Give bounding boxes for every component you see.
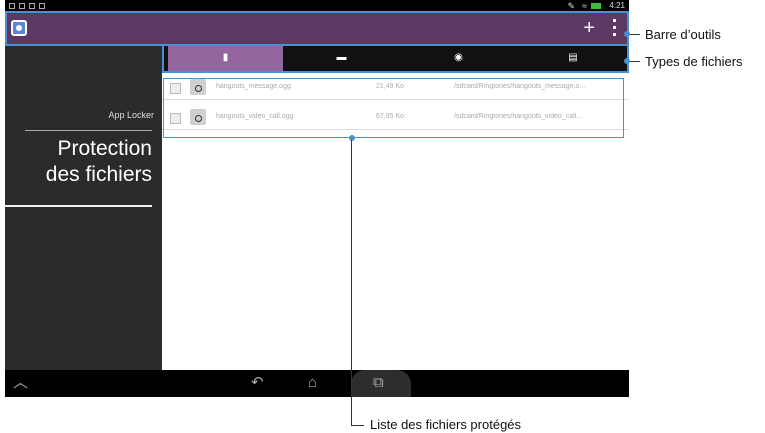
navigation-bar: ︿ ↶ ⌂ <box>5 370 629 397</box>
recent-apps-icon: ⧉ <box>373 374 384 391</box>
notification-icon <box>9 3 15 9</box>
callout-toolbar: Barre d’outils <box>645 27 721 42</box>
expand-icon[interactable]: ︿ <box>13 374 28 392</box>
page-title-line: des fichiers <box>45 163 152 186</box>
callout-line <box>351 425 364 426</box>
back-icon[interactable]: ↶ <box>251 374 264 392</box>
divider <box>5 205 152 207</box>
callout-dot <box>349 135 355 141</box>
callout-line <box>351 140 352 426</box>
file-types-highlight <box>162 44 629 73</box>
file-list-highlight <box>163 78 624 138</box>
callout-line <box>629 34 640 35</box>
sidebar: App Locker Protection des fichiers <box>5 44 162 370</box>
callout-file-types: Types de fichiers <box>645 54 743 69</box>
home-icon[interactable]: ⌂ <box>308 374 317 392</box>
toolbar-highlight <box>5 11 629 46</box>
notification-icon <box>29 3 35 9</box>
battery-icon <box>591 3 601 9</box>
callout-protected-list: Liste des fichiers protégés <box>370 417 522 432</box>
callout-line <box>629 61 640 62</box>
callout-dot <box>624 58 630 64</box>
page-title-line: Protection <box>57 137 152 160</box>
callout-dot <box>624 31 630 37</box>
page-title: Protection des fichiers <box>5 136 152 188</box>
divider <box>25 130 152 131</box>
sidebar-subtitle: App Locker <box>108 110 154 120</box>
notification-icon <box>39 3 45 9</box>
recent-apps-button[interactable]: ⧉ <box>351 370 411 397</box>
notification-icon <box>19 3 25 9</box>
